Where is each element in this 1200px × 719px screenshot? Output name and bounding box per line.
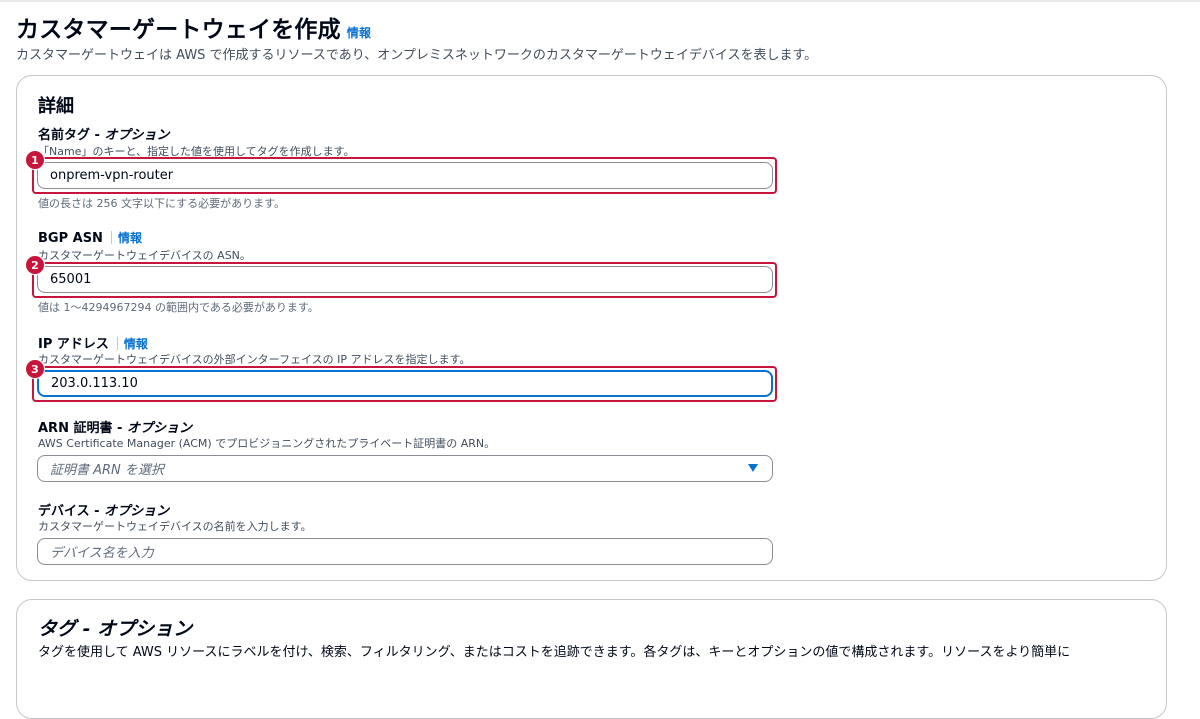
tags-section-title: タグ - オプション xyxy=(38,618,193,640)
bgp-asn-info-link[interactable]: 情報 xyxy=(118,231,142,245)
bgp-asn-hint: 値は 1〜4294967294 の範囲内である必要があります。 xyxy=(38,301,319,314)
ip-address-label: IP アドレス 情報 xyxy=(38,337,148,352)
bgp-asn-label: BGP ASN 情報 xyxy=(38,231,142,246)
name-tag-hint: 値の長さは 256 文字以下にする必要があります。 xyxy=(38,197,285,210)
page-info-link[interactable]: 情報 xyxy=(347,26,371,40)
device-description: カスタマーゲートウェイデバイスの名前を入力します。 xyxy=(38,520,312,533)
page-description: カスタマーゲートウェイは AWS で作成するリソースであり、オンプレミスネットワ… xyxy=(16,48,818,63)
bgp-asn-description: カスタマーゲートウェイデバイスの ASN。 xyxy=(38,249,251,262)
name-tag-label: 名前タグ - オプション xyxy=(38,128,170,143)
dropdown-caret-icon xyxy=(748,464,758,472)
page-title: カスタマーゲートウェイを作成 情報 xyxy=(16,17,372,43)
device-input[interactable]: デバイス名を入力 xyxy=(37,538,773,565)
step-badge-3: 3 xyxy=(25,359,45,379)
step-badge-2: 2 xyxy=(25,255,45,275)
arn-cert-description: AWS Certificate Manager (ACM) でプロビジョニングさ… xyxy=(38,437,496,450)
ip-address-info-link[interactable]: 情報 xyxy=(124,337,148,351)
top-divider xyxy=(0,0,1200,2)
details-section-title: 詳細 xyxy=(38,96,74,117)
tags-description: タグを使用して AWS リソースにラベルを付け、検索、フィルタリング、またはコス… xyxy=(38,645,1071,660)
device-label: デバイス - オプション xyxy=(38,504,170,519)
arn-cert-label: ARN 証明書 - オプション xyxy=(38,421,192,436)
arn-cert-select[interactable]: 証明書 ARN を選択 xyxy=(37,455,773,482)
bgp-asn-input[interactable]: 65001 xyxy=(37,266,773,293)
name-tag-input[interactable]: onprem-vpn-router xyxy=(37,162,773,189)
ip-address-input[interactable]: 203.0.113.10 xyxy=(37,370,773,397)
ip-address-description: カスタマーゲートウェイデバイスの外部インターフェイスの IP アドレスを指定しま… xyxy=(38,353,471,366)
step-badge-1: 1 xyxy=(25,150,45,170)
